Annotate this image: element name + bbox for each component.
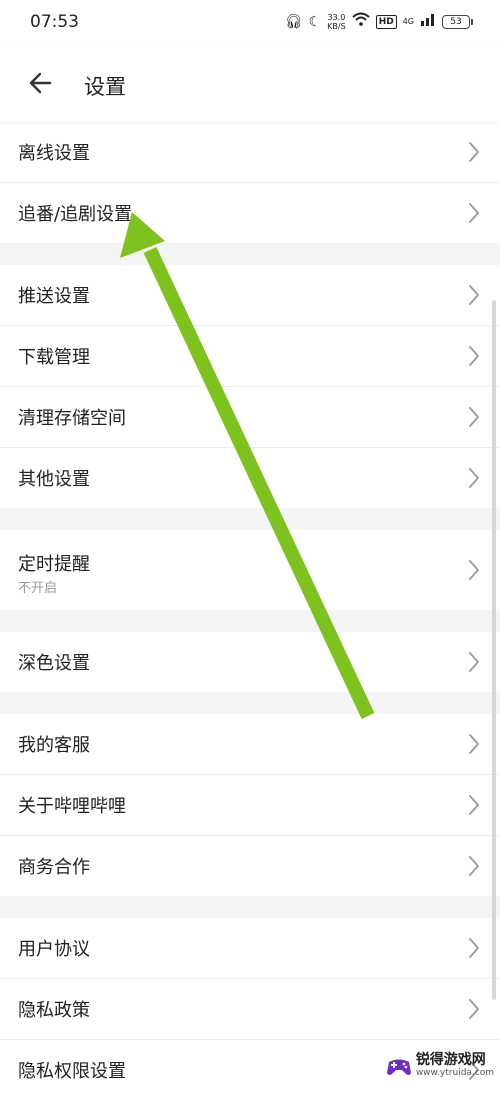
section-divider [0,508,500,530]
section-divider [0,610,500,632]
settings-item[interactable]: 追番/追剧设置 [0,183,500,243]
settings-list: 离线设置追番/追剧设置 推送设置下载管理清理存储空间 其他设置定时提醒不开启深色设置… [0,122,500,1100]
status-icons: 🎧︎ ☾ 33.0 KB/S HD 4G 53 [284,12,473,31]
settings-item[interactable]: 其他设置 [0,448,500,508]
arrow-left-icon[interactable] [26,68,56,98]
settings-item[interactable]: 深色设置 [0,632,500,692]
settings-item-label: 其他设置 [18,469,90,490]
settings-item-label: 隐私政策 [18,1000,90,1021]
section-divider [0,243,500,265]
settings-item-subtitle: 不开启 [18,581,58,596]
watermark-url: www.ytruida.com [415,1068,494,1078]
watermark: 锐得游戏网 www.ytruida.com [386,1052,494,1080]
settings-item-label: 隐私权限设置 [18,1061,126,1082]
chevron-right-icon [468,141,480,163]
chevron-right-icon [468,467,480,489]
settings-item[interactable]: 推送设置 [0,265,500,326]
settings-item-label: 追番/追剧设置 [18,204,133,225]
watermark-name: 锐得游戏网 [415,1052,486,1068]
chevron-right-icon [468,937,480,959]
hd-badge: HD [375,14,397,29]
moon-icon: ☾ [308,13,322,30]
network-speed: 33.0 KB/S [327,13,346,31]
settings-item-label: 下载管理 [18,347,90,368]
settings-item-label: 深色设置 [18,653,90,674]
settings-item-label: 清理存储空间 [18,408,126,429]
settings-item-label: 用户协议 [18,939,90,960]
settings-item[interactable]: 定时提醒 不开启 [0,530,500,610]
status-time: 07:53 [30,12,79,32]
settings-item[interactable]: 离线设置 [0,122,500,183]
network-label: 4G [402,17,414,26]
chevron-right-icon [468,794,480,816]
settings-item-label: 关于哔哩哔哩 [18,796,126,817]
chevron-right-icon [468,651,480,673]
headphones-icon: 🎧︎ [284,13,303,30]
battery-icon: 53 [442,14,473,29]
chevron-right-icon [468,284,480,306]
settings-item[interactable]: 关于哔哩哔哩 [0,775,500,836]
settings-item[interactable]: 下载管理 [0,326,500,387]
app-header: 设置 [0,44,500,122]
scrollbar[interactable] [492,300,496,1000]
chevron-right-icon [468,733,480,755]
page-title: 设置 [84,75,126,99]
speed-value: 33.0 [327,12,346,22]
settings-item[interactable]: 我的客服 [0,714,500,775]
status-bar: 07:53 🎧︎ ☾ 33.0 KB/S HD 4G 53 [0,0,500,44]
settings-item[interactable]: 用户协议 [0,918,500,979]
chevron-right-icon [468,559,480,581]
speed-unit: KB/S [327,21,346,31]
chevron-right-icon [468,345,480,367]
chevron-right-icon [468,406,480,428]
settings-item-label: 商务合作 [18,857,90,878]
settings-item-label: 我的客服 [18,735,90,756]
settings-item[interactable]: 商务合作 [0,836,500,896]
section-divider [0,692,500,714]
settings-item-label: 离线设置 [18,143,90,164]
section-divider [0,896,500,918]
settings-item[interactable]: 隐私政策 [0,979,500,1040]
chevron-right-icon [468,202,480,224]
network-type: 4G [403,17,414,26]
signal-icon [420,12,436,31]
wifi-icon [352,12,370,31]
settings-item-label: 定时提醒 [18,554,90,575]
settings-item[interactable]: 清理存储空间 [0,387,500,448]
settings-item-label: 推送设置 [18,286,90,307]
chevron-right-icon [468,998,480,1020]
chevron-right-icon [468,855,480,877]
gamepad-logo-icon [386,1056,412,1078]
